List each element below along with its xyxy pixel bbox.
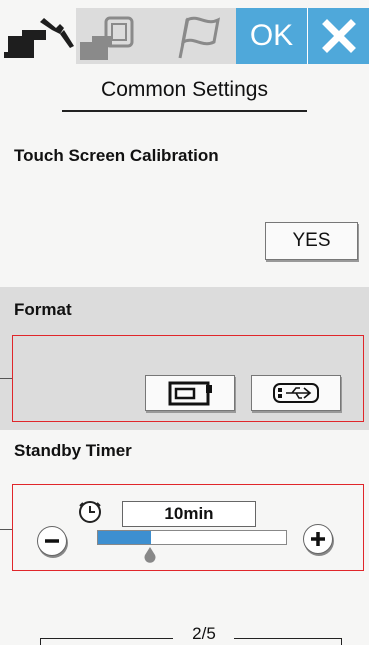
touch-calibration-label: Touch Screen Calibration (14, 146, 219, 165)
pagination-bracket-left (40, 638, 41, 645)
slider-knob-icon[interactable] (143, 547, 157, 565)
standby-timer-slider[interactable] (97, 530, 287, 545)
standby-annotation-leader (0, 529, 12, 530)
ok-button[interactable]: OK (236, 8, 308, 64)
standby-timer-slider-fill (98, 531, 151, 544)
tab-embroidery-settings[interactable] (76, 8, 156, 64)
flag-icon (178, 16, 221, 59)
standby-timer-decrease-button[interactable] (37, 526, 67, 556)
usb-drive-icon (273, 383, 319, 403)
format-annotation-leader (0, 378, 12, 379)
pagination-line-right (234, 638, 342, 639)
touch-calibration-yes-button[interactable]: YES (265, 222, 358, 260)
machine-memory-icon (168, 381, 212, 406)
page-indicator: 2/5 (192, 624, 216, 643)
tab-language[interactable] (156, 8, 236, 64)
clock-icon (79, 501, 101, 523)
standby-timer-increase-button[interactable] (303, 524, 333, 554)
format-usb-button[interactable] (251, 375, 341, 411)
minus-icon (45, 539, 59, 543)
format-label: Format (14, 300, 72, 319)
embroidery-hoop-icon (80, 16, 134, 60)
pagination-line-left (40, 638, 173, 639)
plus-icon (311, 532, 325, 546)
format-machine-memory-button[interactable] (145, 375, 235, 411)
pagination-bracket-right (341, 638, 342, 645)
close-button[interactable] (308, 8, 369, 64)
standby-timer-value: 10min (122, 501, 256, 527)
standby-timer-label: Standby Timer (14, 441, 132, 460)
title-underline (62, 110, 307, 112)
page-title: Common Settings (101, 78, 268, 101)
wrench-machine-icon (4, 18, 74, 58)
tab-bar: OK (0, 0, 369, 68)
close-icon (321, 19, 356, 53)
